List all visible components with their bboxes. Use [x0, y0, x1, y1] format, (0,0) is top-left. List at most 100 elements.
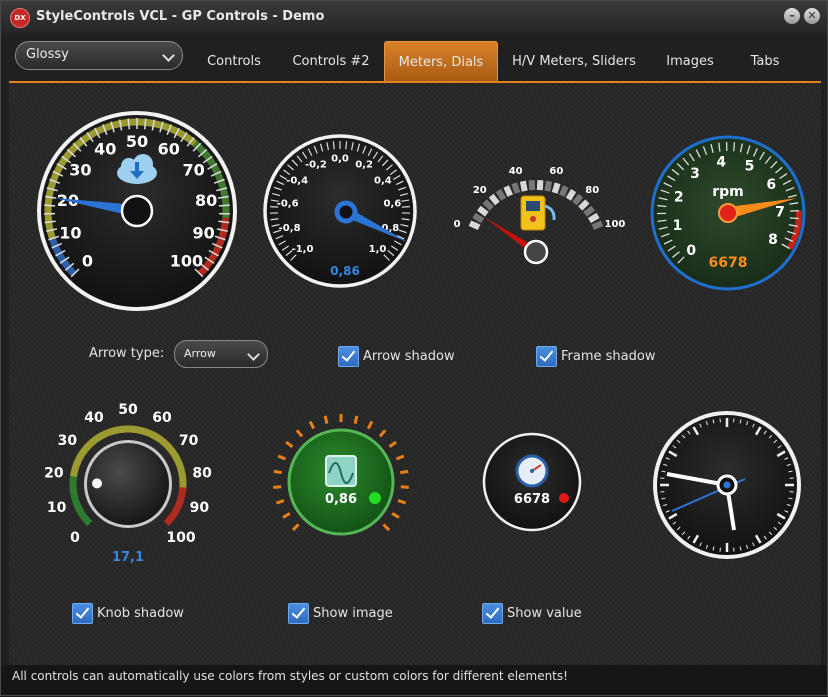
dial-value: 0,86	[325, 492, 357, 507]
gauge-value: 0,86	[330, 264, 360, 278]
tick-label: 3	[690, 166, 700, 182]
tick-label: 2	[674, 189, 684, 205]
gauge-ratio: -1,0-0,8-0,6-0,4-0,20,00,20,40,60,81,0 0…	[265, 136, 415, 286]
tick-label: 20	[44, 465, 64, 481]
gauge-tick	[128, 118, 129, 129]
dial-tick	[297, 430, 302, 436]
dial-tick	[368, 421, 372, 428]
tick-label: 0	[70, 530, 80, 546]
gauge-tick	[734, 142, 735, 151]
tick-label: 80	[192, 465, 212, 481]
tick-label: 40	[509, 166, 523, 177]
gauge-tick	[346, 141, 347, 149]
gauge-tick	[532, 180, 533, 190]
gauge-tick	[479, 208, 487, 214]
show-value-checkbox[interactable]	[482, 603, 503, 624]
dial-tick	[310, 421, 314, 428]
gauge-tick	[506, 186, 510, 195]
tick-label: 100	[170, 251, 203, 270]
dial-tick	[380, 430, 385, 436]
fuel-pump-icon	[521, 196, 554, 230]
gauge-tick	[585, 208, 593, 214]
dial-tick	[398, 501, 406, 503]
tick-label: 90	[192, 223, 214, 242]
dial-tick	[401, 487, 409, 488]
tick-label: 0	[454, 219, 461, 230]
tick-label: 30	[58, 433, 78, 449]
dial-tick	[355, 416, 357, 424]
gauge-tick	[491, 196, 497, 204]
dial-tick	[278, 456, 285, 459]
gauge-unit: rpm	[712, 184, 744, 200]
show-image-label[interactable]: Show image	[313, 606, 393, 621]
gauge-tick	[547, 181, 549, 191]
dial-tick	[383, 524, 389, 530]
tick-label: 60	[158, 139, 180, 158]
tick-label: 50	[118, 402, 138, 418]
clock-center	[724, 482, 731, 489]
arrow-type-select[interactable]: Arrow	[174, 340, 268, 368]
tick-label: 10	[47, 500, 67, 516]
tick-label: 70	[179, 433, 199, 449]
tick-label: 1,0	[369, 244, 387, 255]
frame-shadow-checkbox[interactable]	[536, 346, 557, 367]
gauge-tick	[593, 223, 602, 227]
speedometer-icon	[517, 456, 547, 486]
gauge-tick	[474, 215, 483, 220]
tick-label: 10	[59, 223, 81, 242]
gauge-tick	[498, 191, 503, 200]
gauge-tick	[575, 196, 581, 204]
tick-label: 20	[473, 185, 487, 196]
tick-label: 0	[82, 251, 93, 270]
knob-shadow-checkbox[interactable]	[72, 603, 93, 624]
tick-label: 80	[195, 191, 217, 210]
gauge-rpm: 012345678 rpm 6678	[652, 137, 804, 289]
tick-label: 100	[166, 530, 195, 546]
tick-label: -0,6	[277, 198, 299, 209]
tick-label: 80	[585, 185, 599, 196]
gauge-hub	[122, 196, 152, 226]
tick-label: 0,4	[374, 175, 392, 186]
tick-label: 0	[686, 243, 696, 259]
dial-image[interactable]: 0,86	[273, 414, 409, 534]
tick-label: 40	[94, 139, 116, 158]
gauge-tick	[790, 218, 799, 219]
tick-label: 5	[745, 159, 755, 175]
tick-label: 100	[604, 219, 625, 230]
dial-tick	[274, 471, 282, 472]
gauge-tick	[470, 223, 479, 227]
gauge-tick	[219, 205, 230, 206]
tick-label: 0,0	[331, 154, 349, 165]
gauge-tick	[145, 118, 146, 129]
tick-label: 0,2	[355, 159, 373, 170]
tick-label: 60	[152, 410, 172, 426]
tick-label: 30	[69, 161, 91, 180]
dial-tick	[325, 416, 327, 424]
frame-shadow-label[interactable]: Frame shadow	[561, 349, 655, 364]
gauge-tick	[523, 181, 525, 191]
show-image-checkbox[interactable]	[288, 603, 309, 624]
gauge-tick	[568, 191, 573, 200]
knob-value: 17,1	[112, 550, 144, 565]
tick-label: -0,4	[286, 175, 308, 186]
knob-control[interactable]: 0102030405060708090100 17,1	[44, 402, 212, 565]
gauge-tick	[562, 186, 566, 195]
chevron-down-icon	[247, 348, 260, 361]
tick-label: 50	[126, 132, 148, 151]
knob-shadow-label[interactable]: Knob shadow	[97, 606, 184, 621]
dial-tick	[273, 487, 281, 488]
show-value-label[interactable]: Show value	[507, 606, 582, 621]
clock-control	[655, 413, 799, 557]
arrow-shadow-label[interactable]: Arrow shadow	[363, 349, 455, 364]
arrow-shadow-checkbox[interactable]	[338, 346, 359, 367]
gauge-tick	[333, 141, 334, 149]
gauge-tick	[540, 180, 541, 190]
arrow-type-label: Arrow type:	[89, 346, 164, 361]
dial-tick	[396, 456, 403, 459]
dial-tick	[392, 513, 399, 517]
gauge-value: 6678	[709, 255, 748, 271]
tick-label: -0,2	[305, 159, 327, 170]
dial-value: 6678	[514, 492, 550, 507]
gauge-tick	[589, 215, 598, 220]
dial-small[interactable]: 6678	[484, 434, 580, 530]
